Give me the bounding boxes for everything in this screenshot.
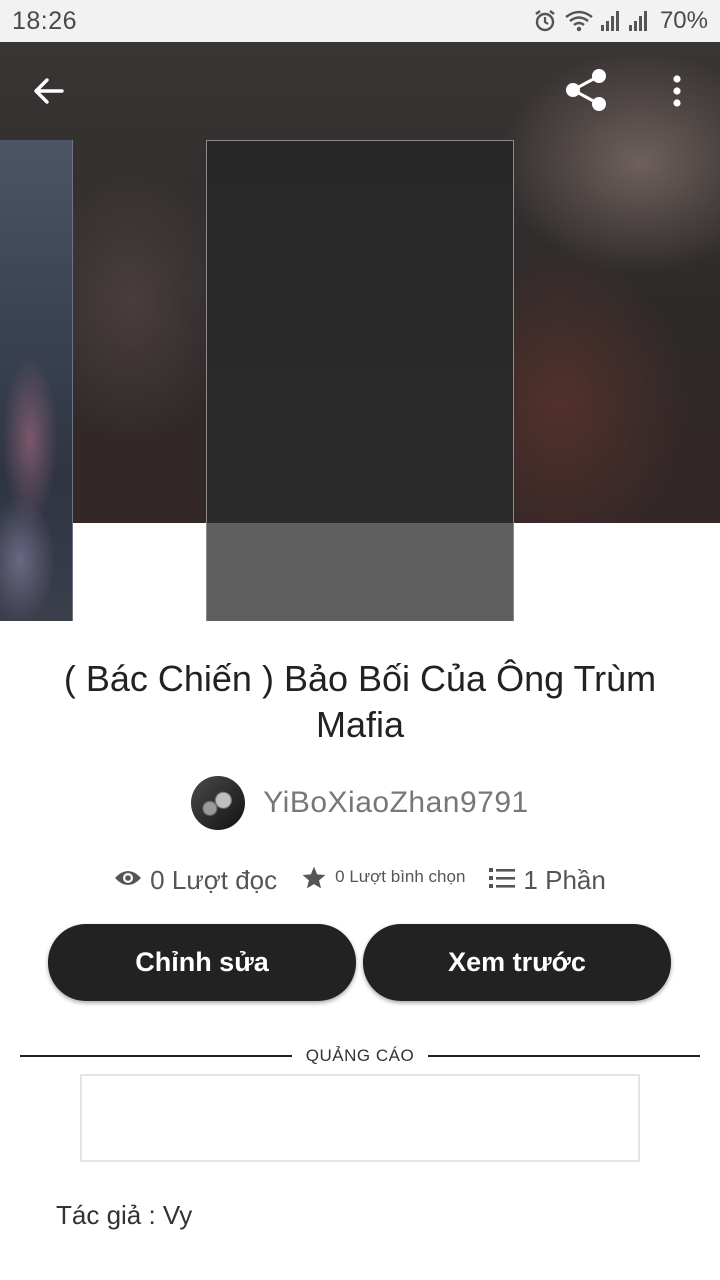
author-name[interactable]: YiBoXiaoZhan9791 (263, 786, 528, 820)
reads-count: 0 Lượt đọc (150, 864, 278, 895)
top-toolbar (0, 42, 720, 140)
story-title: ( Bác Chiến ) Bảo Bối Của Ông Trùm Mafia (63, 658, 657, 745)
divider-line (20, 1055, 292, 1057)
votes-stat: 0 Lượt bình chọn (301, 865, 465, 896)
cover-image (207, 141, 513, 523)
eye-icon (114, 868, 142, 893)
reads-stat: 0 Lượt đọc (114, 865, 277, 896)
parts-stat: 1 Phần (489, 864, 606, 896)
votes-count: 0 Lượt bình chọn (335, 867, 466, 886)
signal-icon (628, 9, 650, 33)
star-icon (301, 865, 327, 896)
status-time: 18:26 (12, 6, 78, 35)
status-bar: 18:26 70% (0, 0, 720, 42)
status-icons: 70% (532, 7, 708, 35)
more-vertical-icon (671, 74, 683, 113)
story-cover[interactable] (206, 140, 514, 621)
share-icon (563, 67, 609, 118)
arrow-left-icon (32, 74, 66, 113)
alarm-icon (532, 8, 558, 34)
cover-placeholder (207, 523, 513, 621)
divider-line (428, 1055, 700, 1057)
share-button[interactable] (556, 62, 616, 122)
story-description: Tác giả : Vy (56, 1200, 193, 1230)
back-button[interactable] (20, 64, 78, 122)
more-options-button[interactable] (652, 64, 702, 122)
author-avatar[interactable] (191, 776, 246, 830)
parts-count: 1 Phần (523, 864, 606, 895)
list-icon (489, 867, 516, 894)
signal-icon (600, 9, 622, 33)
edit-button[interactable]: Chỉnh sửa (48, 924, 356, 1001)
previous-story-cover[interactable] (0, 140, 73, 621)
ad-divider: QUẢNG CÁO (20, 1044, 700, 1068)
ad-label: QUẢNG CÁO (305, 1046, 415, 1065)
preview-button[interactable]: Xem trước (363, 924, 671, 1001)
wifi-icon (564, 8, 594, 34)
ad-slot[interactable] (80, 1074, 640, 1162)
author-row[interactable]: YiBoXiaoZhan9791 (0, 776, 720, 830)
story-stats: 0 Lượt đọc 0 Lượt bình chọn 1 Phần (0, 858, 720, 902)
battery-level: 70% (659, 7, 708, 34)
